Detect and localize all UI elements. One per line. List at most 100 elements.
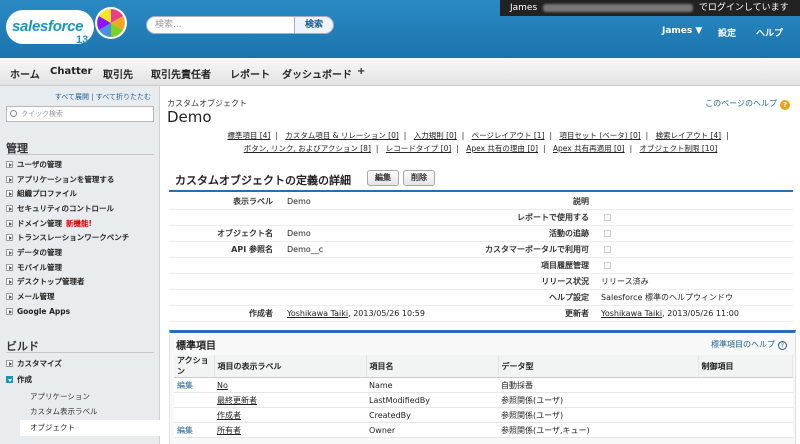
sidebar-item-apps[interactable]: アプリケーションを管理する	[6, 174, 114, 186]
expand-icon	[6, 264, 13, 271]
new-badge: 新機能!	[66, 219, 92, 228]
link-field-sets[interactable]: 項目セット (ベータ) [0]	[559, 131, 640, 140]
page-help-link[interactable]: このページのヘルプ?	[705, 98, 790, 110]
sidebar-sub-custom-labels[interactable]: カスタム表示ラベル	[30, 406, 98, 417]
detail-row: 項目履歴管理	[169, 258, 793, 274]
login-user: James	[510, 3, 538, 13]
standard-fields-help[interactable]: 標準項目のヘルプ?	[711, 339, 787, 350]
link-apex-sharing-reasons[interactable]: Apex 共有の理由 [0]	[466, 144, 538, 153]
field-label-link[interactable]: 作成者	[217, 411, 241, 420]
redacted-email	[543, 3, 694, 12]
standard-fields-table: アクション 項目の表示ラベル 項目名 データ型 制御項目 編集 No Name …	[174, 355, 793, 438]
sidebar-sub-objects[interactable]: オブジェクト	[20, 420, 160, 436]
related-links-row2: ボタン, リンク, およびアクション [8] | レコードタイプ [0] | Ape…	[243, 144, 718, 153]
expand-icon	[6, 176, 13, 183]
quick-find-input[interactable]: クイック検索	[6, 106, 154, 122]
page-title: Demo	[167, 108, 212, 126]
expand-icon	[6, 249, 13, 256]
sidebar-item-desktop[interactable]: デスクトップ管理者	[6, 276, 85, 288]
field-label-link[interactable]: 所有者	[217, 426, 241, 435]
table-row: 編集 No Name 自動採番	[174, 377, 793, 393]
sidebar-item-mobile[interactable]: モバイル管理	[6, 262, 62, 274]
setup-link[interactable]: 設定	[718, 26, 736, 39]
sidebar-item-google-apps[interactable]: Google Apps	[6, 306, 70, 318]
login-status: でログインしています	[698, 3, 789, 13]
link-record-types[interactable]: レコードタイプ [0]	[386, 144, 452, 153]
standard-fields-panel: 標準項目 標準項目のヘルプ? アクション 項目の表示ラベル 項目名 データ型 制…	[169, 330, 796, 444]
search-icon	[10, 110, 17, 117]
top-header: salesforce 13 検索... 検索 James でログインしています …	[0, 0, 800, 58]
table-row: 作成者 CreatedBy 参照関係(ユーザ)	[174, 407, 793, 423]
reports-checkbox	[604, 214, 611, 221]
standard-fields-title: 標準項目	[176, 341, 216, 352]
field-label-link[interactable]: No	[217, 381, 228, 390]
portal-checkbox	[604, 246, 611, 253]
link-standard-fields[interactable]: 標準項目 [4]	[227, 131, 270, 140]
expand-icon	[6, 220, 13, 227]
sidebar-item-org-profile[interactable]: 組織プロファイル	[6, 188, 77, 200]
related-links-row1: 標準項目 [4] | カスタム項目 & リレーション [0] | 入力規則 [0] |…	[227, 131, 729, 140]
tab-reports[interactable]: レポート	[230, 66, 270, 81]
detail-row: レポートで使用する	[169, 210, 793, 226]
help-icon: ?	[780, 100, 790, 110]
expand-icon	[6, 360, 13, 367]
link-validation-rules[interactable]: 入力規則 [0]	[414, 131, 457, 140]
detail-row: 作成者 Yoshikawa Taiki, 2013/05/26 10:59 更新…	[169, 306, 793, 322]
edit-link[interactable]: 編集	[174, 422, 214, 438]
search-button[interactable]: 検索	[294, 16, 334, 34]
sidebar-item-domain[interactable]: ドメイン管理 新機能!	[6, 218, 92, 230]
history-checkbox	[604, 262, 611, 269]
sidebar-item-users[interactable]: ユーザの管理	[6, 159, 62, 171]
detail-row: オブジェクト名 Demo 活動の追跡	[169, 226, 793, 242]
help-link[interactable]: ヘルプ	[756, 26, 783, 39]
logo-brand: salesforce	[12, 18, 84, 35]
link-buttons-actions[interactable]: ボタン, リンク, およびアクション [8]	[244, 144, 371, 153]
detail-row: 表示ラベル Demo 説明	[169, 194, 793, 210]
sidebar-item-email[interactable]: メール管理	[6, 291, 55, 303]
sidebar-item-create[interactable]: 作成	[6, 374, 32, 386]
tab-bar: ホーム Chatter 取引先 取引先責任者 レポート ダッシュボード +	[0, 58, 800, 86]
sidebar-item-translation[interactable]: トランスレーションワークベンチ	[6, 232, 129, 244]
edit-button[interactable]: 編集	[367, 170, 399, 186]
link-search-layouts[interactable]: 検索レイアウト [4]	[656, 131, 722, 140]
expand-icon	[6, 234, 13, 241]
expand-icon	[6, 293, 13, 300]
link-page-layouts[interactable]: ページレイアウト [1]	[472, 131, 545, 140]
setup-sidebar: すべて展開 | すべて折りたたむ クイック検索 管理 ユーザの管理 アプリケーシ…	[0, 86, 160, 444]
divider	[6, 154, 154, 155]
user-menu[interactable]: James ▼	[662, 26, 702, 36]
link-custom-fields[interactable]: カスタム項目 & リレーション [0]	[285, 131, 398, 140]
expand-icon	[6, 190, 13, 197]
link-object-limits[interactable]: オブジェクト制限 [10]	[640, 144, 718, 153]
tab-contacts[interactable]: 取引先責任者	[151, 66, 211, 81]
logo-version: 13	[76, 34, 89, 46]
sidebar-sub-apps[interactable]: アプリケーション	[30, 391, 90, 402]
expand-icon	[6, 161, 13, 168]
edit-link[interactable]: 編集	[174, 377, 214, 393]
sidebar-item-data[interactable]: データの管理	[6, 247, 62, 259]
salesforce-logo[interactable]: salesforce 13	[6, 4, 127, 50]
detail-panel: 表示ラベル Demo 説明 レポートで使用する オブジェクト名 Demo 活動の…	[169, 190, 793, 322]
tab-accounts[interactable]: 取引先	[103, 66, 133, 81]
expand-all-link[interactable]: すべて展開	[55, 93, 89, 101]
sidebar-item-customize[interactable]: カスタマイズ	[6, 358, 62, 370]
help-icon: ?	[778, 341, 787, 350]
tab-add[interactable]: +	[357, 66, 365, 77]
modified-by-link[interactable]: Yoshikawa Taiki	[601, 309, 662, 318]
collapse-icon	[6, 376, 13, 383]
detail-row: API 参照名 Demo__c カスタマーポータルで利用可	[169, 242, 793, 258]
quick-find-placeholder: クイック検索	[21, 110, 63, 118]
field-label-link[interactable]: 最終更新者	[217, 396, 257, 405]
collapse-all-link[interactable]: すべて折りたたむ	[96, 93, 151, 101]
detail-row: リリース状況 リリース済み	[169, 274, 793, 290]
expand-icon	[6, 205, 13, 212]
delete-button[interactable]: 削除	[403, 170, 435, 186]
tab-dashboards[interactable]: ダッシュボード	[282, 66, 352, 81]
search-input[interactable]: 検索...	[146, 16, 296, 34]
detail-section-title: カスタムオブジェクトの定義の詳細	[175, 174, 351, 187]
tab-chatter[interactable]: Chatter	[50, 66, 92, 77]
link-apex-sharing-recalc[interactable]: Apex 共有再適用 [0]	[553, 144, 625, 153]
created-by-link[interactable]: Yoshikawa Taiki	[287, 309, 348, 318]
sidebar-item-security[interactable]: セキュリティのコントロール	[6, 203, 114, 215]
tab-home[interactable]: ホーム	[10, 66, 40, 81]
